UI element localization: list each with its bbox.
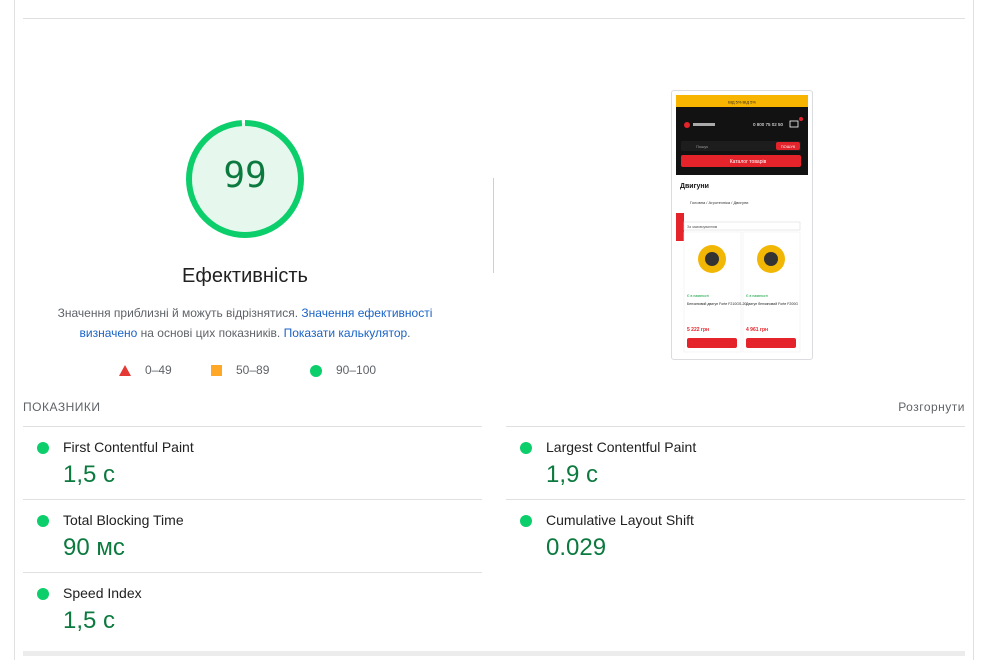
metric-fcp: First Contentful Paint 1,5 с [23, 427, 482, 499]
metrics-title: ПОКАЗНИКИ [23, 400, 101, 414]
metric-value: 1,5 с [63, 461, 116, 488]
metric-tbt: Total Blocking Time 90 мс [23, 500, 482, 572]
svg-text:Двигуни: Двигуни [680, 183, 709, 190]
svg-text:ВІД 5% ВІД 5%: ВІД 5% ВІД 5% [728, 100, 756, 105]
metric-label: Total Blocking Time [63, 512, 184, 528]
metrics-header: ПОКАЗНИКИ Розгорнути [23, 400, 965, 414]
legend-item-pass: 90–100 [310, 363, 376, 377]
final-screenshot[interactable]: ВІД 5% ВІД 5% 0 800 75 02 50 Пошук ПОШУК… [671, 90, 813, 360]
screenshot-render: ВІД 5% ВІД 5% 0 800 75 02 50 Пошук ПОШУК… [676, 95, 808, 353]
svg-text:4 961 грн: 4 961 грн [746, 327, 768, 333]
score-title: Ефективність [182, 265, 308, 287]
legend-item-fail: 0–49 [119, 363, 172, 377]
metric-label: Cumulative Layout Shift [546, 512, 694, 528]
pass-circle-icon [520, 442, 532, 454]
metric-value: 90 мс [63, 534, 125, 561]
bottom-divider [23, 651, 965, 656]
expand-button[interactable]: Розгорнути [898, 400, 965, 414]
svg-text:ПОШУК: ПОШУК [781, 144, 796, 149]
metric-label: First Contentful Paint [63, 439, 194, 455]
svg-text:5 222 грн: 5 222 грн [687, 327, 709, 333]
svg-text:Є в наявності: Є в наявності [687, 294, 709, 298]
pass-circle-icon [520, 515, 532, 527]
svg-text:Пошук: Пошук [696, 144, 708, 149]
legend-item-average: 50–89 [211, 363, 269, 377]
desc-text-1: Значення приблизні й можуть відрізнятися… [57, 306, 299, 320]
svg-text:За замовчуванням: За замовчуванням [687, 225, 718, 229]
svg-text:Каталог товарів: Каталог товарів [730, 159, 767, 165]
metric-value: 1,9 с [546, 461, 599, 488]
pass-circle-icon [37, 588, 49, 600]
svg-text:0 800 75 02 50: 0 800 75 02 50 [753, 122, 784, 127]
show-calculator-link[interactable]: Показати калькулятор [284, 326, 408, 340]
metric-value: 0.029 [546, 534, 607, 561]
circle-icon [310, 364, 322, 377]
metric-si: Speed Index 1,5 с [23, 573, 482, 645]
top-divider [23, 18, 965, 19]
metric-label: Largest Contentful Paint [546, 439, 697, 455]
metric-cls: Cumulative Layout Shift 0.029 [506, 500, 965, 572]
desc-text-2: на основі цих показників. [140, 326, 281, 340]
triangle-icon [119, 365, 131, 377]
score-description: Значення приблизні й можуть відрізнятися… [57, 306, 433, 340]
square-icon [211, 365, 222, 377]
pass-circle-icon [37, 515, 49, 527]
metric-value: 1,5 с [63, 607, 116, 634]
pass-circle-icon [37, 442, 49, 454]
svg-text:Головна / Агротехніка / Двигун: Головна / Агротехніка / Двигуни [690, 200, 748, 205]
metric-lcp: Largest Contentful Paint 1,9 с [506, 427, 965, 499]
svg-text:Двигун бензиновий Forte F200G: Двигун бензиновий Forte F200G [746, 302, 798, 306]
score-value: 99 [223, 155, 267, 196]
vertical-divider [493, 178, 494, 273]
svg-text:Є в наявності: Є в наявності [746, 294, 768, 298]
svg-text:Бензиновий двигун Forte F210GS: Бензиновий двигун Forte F210GS-20 [687, 302, 746, 306]
metric-label: Speed Index [63, 585, 142, 601]
